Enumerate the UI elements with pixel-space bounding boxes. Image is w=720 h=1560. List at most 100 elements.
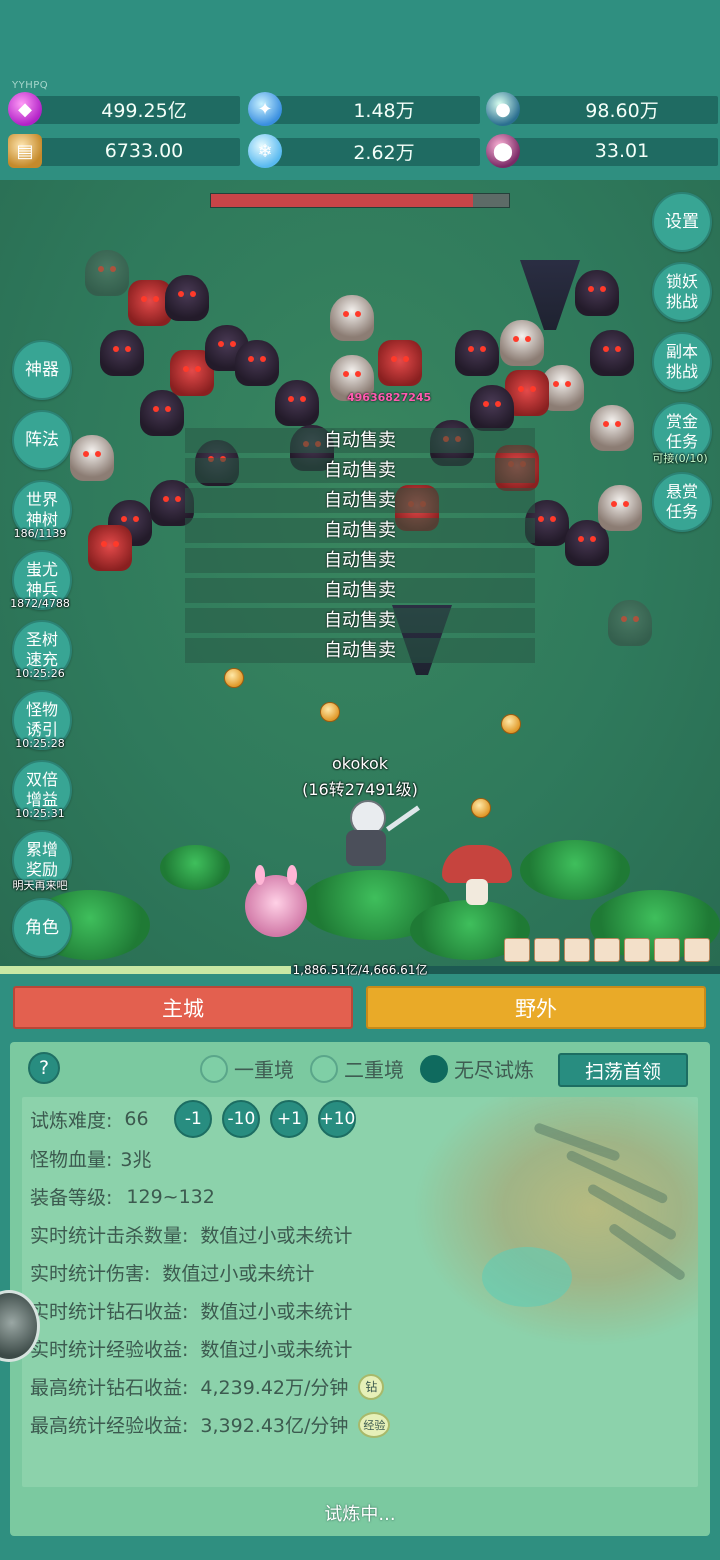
monster[interactable]: [378, 340, 422, 386]
monster[interactable]: [88, 525, 132, 571]
coin-drop[interactable]: [224, 668, 244, 688]
scene-tabs: 主城 野外: [0, 976, 720, 1038]
experience-badge-icon: 经验: [358, 1411, 391, 1438]
chiyou-weapon-progress: 1872/4788: [10, 597, 70, 610]
trial-panel: ? 一重境 二重境 无尽试炼 扫荡首领 试炼难度: 66 -1 -10 +1 +…: [10, 1042, 710, 1536]
pet-character[interactable]: [245, 865, 307, 937]
monster[interactable]: [500, 320, 544, 366]
book-icon: ▤: [8, 134, 42, 168]
coin-drop[interactable]: [320, 702, 340, 722]
resource-diamond[interactable]: ◆ 499.25亿: [8, 92, 240, 126]
bounty-task-count: 可接(0/10): [652, 452, 708, 465]
trial-info: 试炼难度: 66 -1 -10 +1 +10 怪物血量: 3兆 装备等级: 12…: [22, 1097, 698, 1487]
monster[interactable]: [455, 330, 499, 376]
resource-potion[interactable]: ⬤ 33.01: [486, 134, 718, 168]
monster[interactable]: [598, 485, 642, 531]
resource-orb[interactable]: ● 98.60万: [486, 92, 718, 126]
stat-label: 装备等级:: [30, 1187, 113, 1209]
bush: [520, 840, 630, 900]
stat-row: 实时统计击杀数量: 数值过小或未统计: [30, 1221, 352, 1248]
mode-option-label: 二重境: [344, 1058, 404, 1082]
difficulty-plus-1-button[interactable]: +1: [270, 1100, 309, 1138]
boss-hp-bar: [210, 193, 510, 208]
buff-icon: [594, 938, 620, 962]
stat-label: 怪物血量:: [30, 1149, 113, 1171]
buff-icon: [684, 938, 710, 962]
buff-icon: [564, 938, 590, 962]
stat-value: 4,239.42万/分钟: [200, 1377, 349, 1399]
auto-sell-notice: 自动售卖: [185, 608, 535, 633]
difficulty-value: 66: [124, 1108, 149, 1130]
tab-main-city[interactable]: 主城: [13, 986, 353, 1029]
monster-lure-label: 怪物诱引: [25, 700, 58, 739]
mode-option-endless[interactable]: 无尽试炼: [420, 1054, 534, 1083]
stat-row: 装备等级: 129~132: [30, 1183, 215, 1210]
buff-icon: [534, 938, 560, 962]
resource-crystal[interactable]: ✦ 1.48万: [248, 92, 480, 126]
character-button[interactable]: 角色: [12, 898, 72, 958]
account-tag: YYHPQ: [12, 80, 49, 91]
gem-icon: ◆: [8, 92, 42, 126]
help-button[interactable]: ?: [28, 1052, 60, 1084]
world-tree-progress: 186/1139: [13, 527, 67, 540]
stat-value: 3兆: [120, 1149, 152, 1171]
buff-icons: [504, 938, 710, 962]
sweep-boss-button[interactable]: 扫荡首领: [558, 1053, 688, 1087]
dungeon-challenge-button[interactable]: 副本挑战: [652, 332, 712, 392]
stat-row: 实时统计钻石收益: 数值过小或未统计: [30, 1297, 352, 1324]
artifact-button[interactable]: 神器: [12, 340, 72, 400]
monster[interactable]: [575, 270, 619, 316]
demon-lock-challenge-button[interactable]: 锁妖挑战: [652, 262, 712, 322]
monster[interactable]: [590, 405, 634, 451]
reward-task-button[interactable]: 悬赏任务: [652, 472, 712, 532]
monster[interactable]: [608, 600, 652, 646]
coin-drop[interactable]: [501, 714, 521, 734]
formation-button[interactable]: 阵法: [12, 410, 72, 470]
difficulty-minus-1-button[interactable]: -1: [174, 1100, 213, 1138]
stat-value: 数值过小或未统计: [162, 1263, 315, 1285]
monster[interactable]: [140, 390, 184, 436]
mode-option-label: 一重境: [234, 1058, 294, 1082]
auto-sell-notice: 自动售卖: [185, 428, 535, 453]
stat-label: 实时统计经验收益:: [30, 1339, 189, 1361]
auto-sell-notice: 自动售卖: [185, 548, 535, 573]
monster[interactable]: [85, 250, 129, 296]
mode-option-1[interactable]: 一重境: [200, 1054, 294, 1083]
monster[interactable]: [330, 295, 374, 341]
player-level: (16转27491级): [302, 780, 418, 799]
monster[interactable]: [235, 340, 279, 386]
mushroom-monster[interactable]: [442, 845, 512, 915]
difficulty-minus-10-button[interactable]: -10: [222, 1100, 261, 1138]
cumulative-reward-status: 明天再来吧: [12, 879, 68, 892]
chiyou-weapon-label: 蚩尤神兵: [25, 560, 58, 599]
settings-button[interactable]: 设置: [652, 192, 712, 252]
auto-sell-notice: 自动售卖: [185, 638, 535, 663]
cumulative-reward-label: 累增奖励: [25, 840, 58, 879]
double-buff-timer: 10:25:31: [15, 807, 65, 820]
player-name: okokok: [331, 754, 389, 773]
player-character[interactable]: [330, 800, 420, 870]
mode-option-2[interactable]: 二重境: [310, 1054, 404, 1083]
battle-scene[interactable]: 49636827245 自动售卖 自动售卖 自动售卖 自动售卖 自动售卖 自动售…: [0, 180, 720, 970]
auto-sell-notice: 自动售卖: [185, 458, 535, 483]
resource-book[interactable]: ▤ 6733.00: [8, 134, 240, 168]
monster[interactable]: [275, 380, 319, 426]
coin-drop[interactable]: [471, 798, 491, 818]
stat-value: 数值过小或未统计: [200, 1225, 353, 1247]
monster[interactable]: [100, 330, 144, 376]
monster[interactable]: [70, 435, 114, 481]
monster[interactable]: [165, 275, 209, 321]
stat-value: 数值过小或未统计: [200, 1339, 353, 1361]
stat-row: 最高统计经验收益: 3,392.43亿/分钟 经验: [30, 1411, 391, 1438]
resource-potion-value: 33.01: [594, 140, 650, 162]
demon-lock-challenge-label: 锁妖挑战: [665, 272, 698, 311]
tab-wilderness[interactable]: 野外: [366, 986, 706, 1029]
monster[interactable]: [470, 385, 514, 431]
mode-option-label: 无尽试炼: [454, 1058, 534, 1082]
radio-icon: [310, 1054, 338, 1083]
resource-diamond-value: 499.25亿: [101, 99, 187, 122]
difficulty-plus-10-button[interactable]: +10: [318, 1100, 357, 1138]
resource-ice[interactable]: ❄ 2.62万: [248, 134, 480, 168]
stat-value: 数值过小或未统计: [200, 1301, 353, 1323]
monster[interactable]: [590, 330, 634, 376]
